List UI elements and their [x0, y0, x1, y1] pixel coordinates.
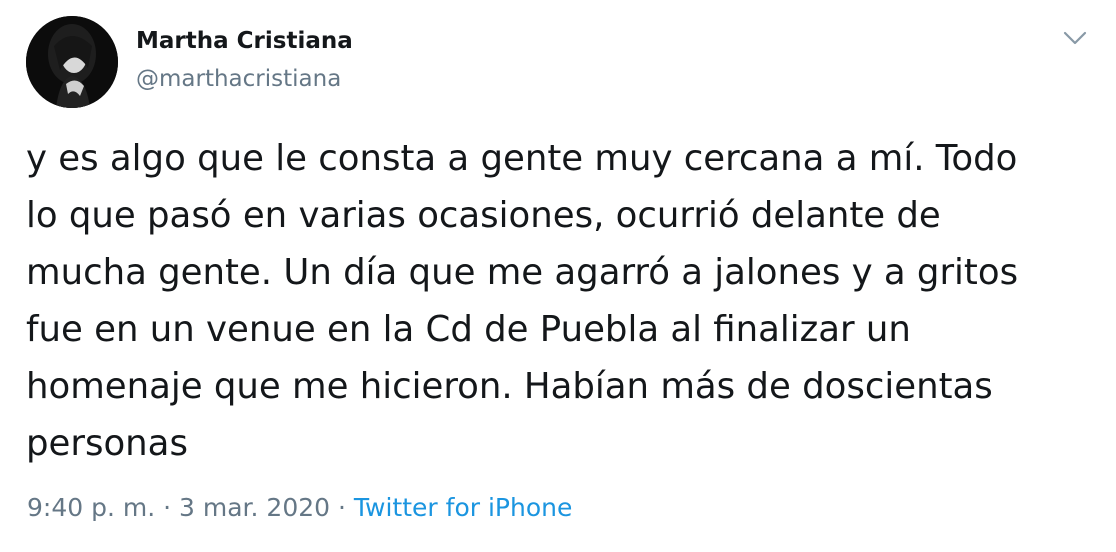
tweet-text-line: lo que pasó en varias ocasiones, ocurrió…: [26, 195, 941, 236]
avatar[interactable]: [26, 16, 118, 108]
chevron-down-icon[interactable]: [1062, 28, 1088, 48]
tweet-text: y es algo que le consta a gente muy cerc…: [26, 130, 1096, 472]
author-display-name[interactable]: Martha Cristiana: [136, 28, 353, 54]
tweet-text-line: personas: [26, 423, 188, 464]
tweet-text-line: homenaje que me hicieron. Habían más de …: [26, 366, 993, 407]
tweet-source-link[interactable]: Twitter for iPhone: [354, 493, 572, 522]
avatar-photo: [26, 16, 118, 108]
meta-separator: ·: [338, 493, 346, 522]
tweet-card: Martha Cristiana @marthacristiana y es a…: [0, 0, 1116, 552]
author-handle[interactable]: @marthacristiana: [136, 66, 341, 92]
tweet-text-line: mucha gente. Un día que me agarró a jalo…: [26, 252, 1019, 293]
meta-separator: ·: [163, 493, 172, 522]
tweet-date[interactable]: 3 mar. 2020: [179, 493, 330, 522]
tweet-time[interactable]: 9:40 p. m.: [27, 493, 155, 522]
tweet-text-line: fue en un venue en la Cd de Puebla al fi…: [26, 309, 911, 350]
tweet-text-line: y es algo que le consta a gente muy cerc…: [26, 138, 1018, 179]
tweet-meta: 9:40 p. m. · 3 mar. 2020 · Twitter for i…: [27, 493, 572, 522]
